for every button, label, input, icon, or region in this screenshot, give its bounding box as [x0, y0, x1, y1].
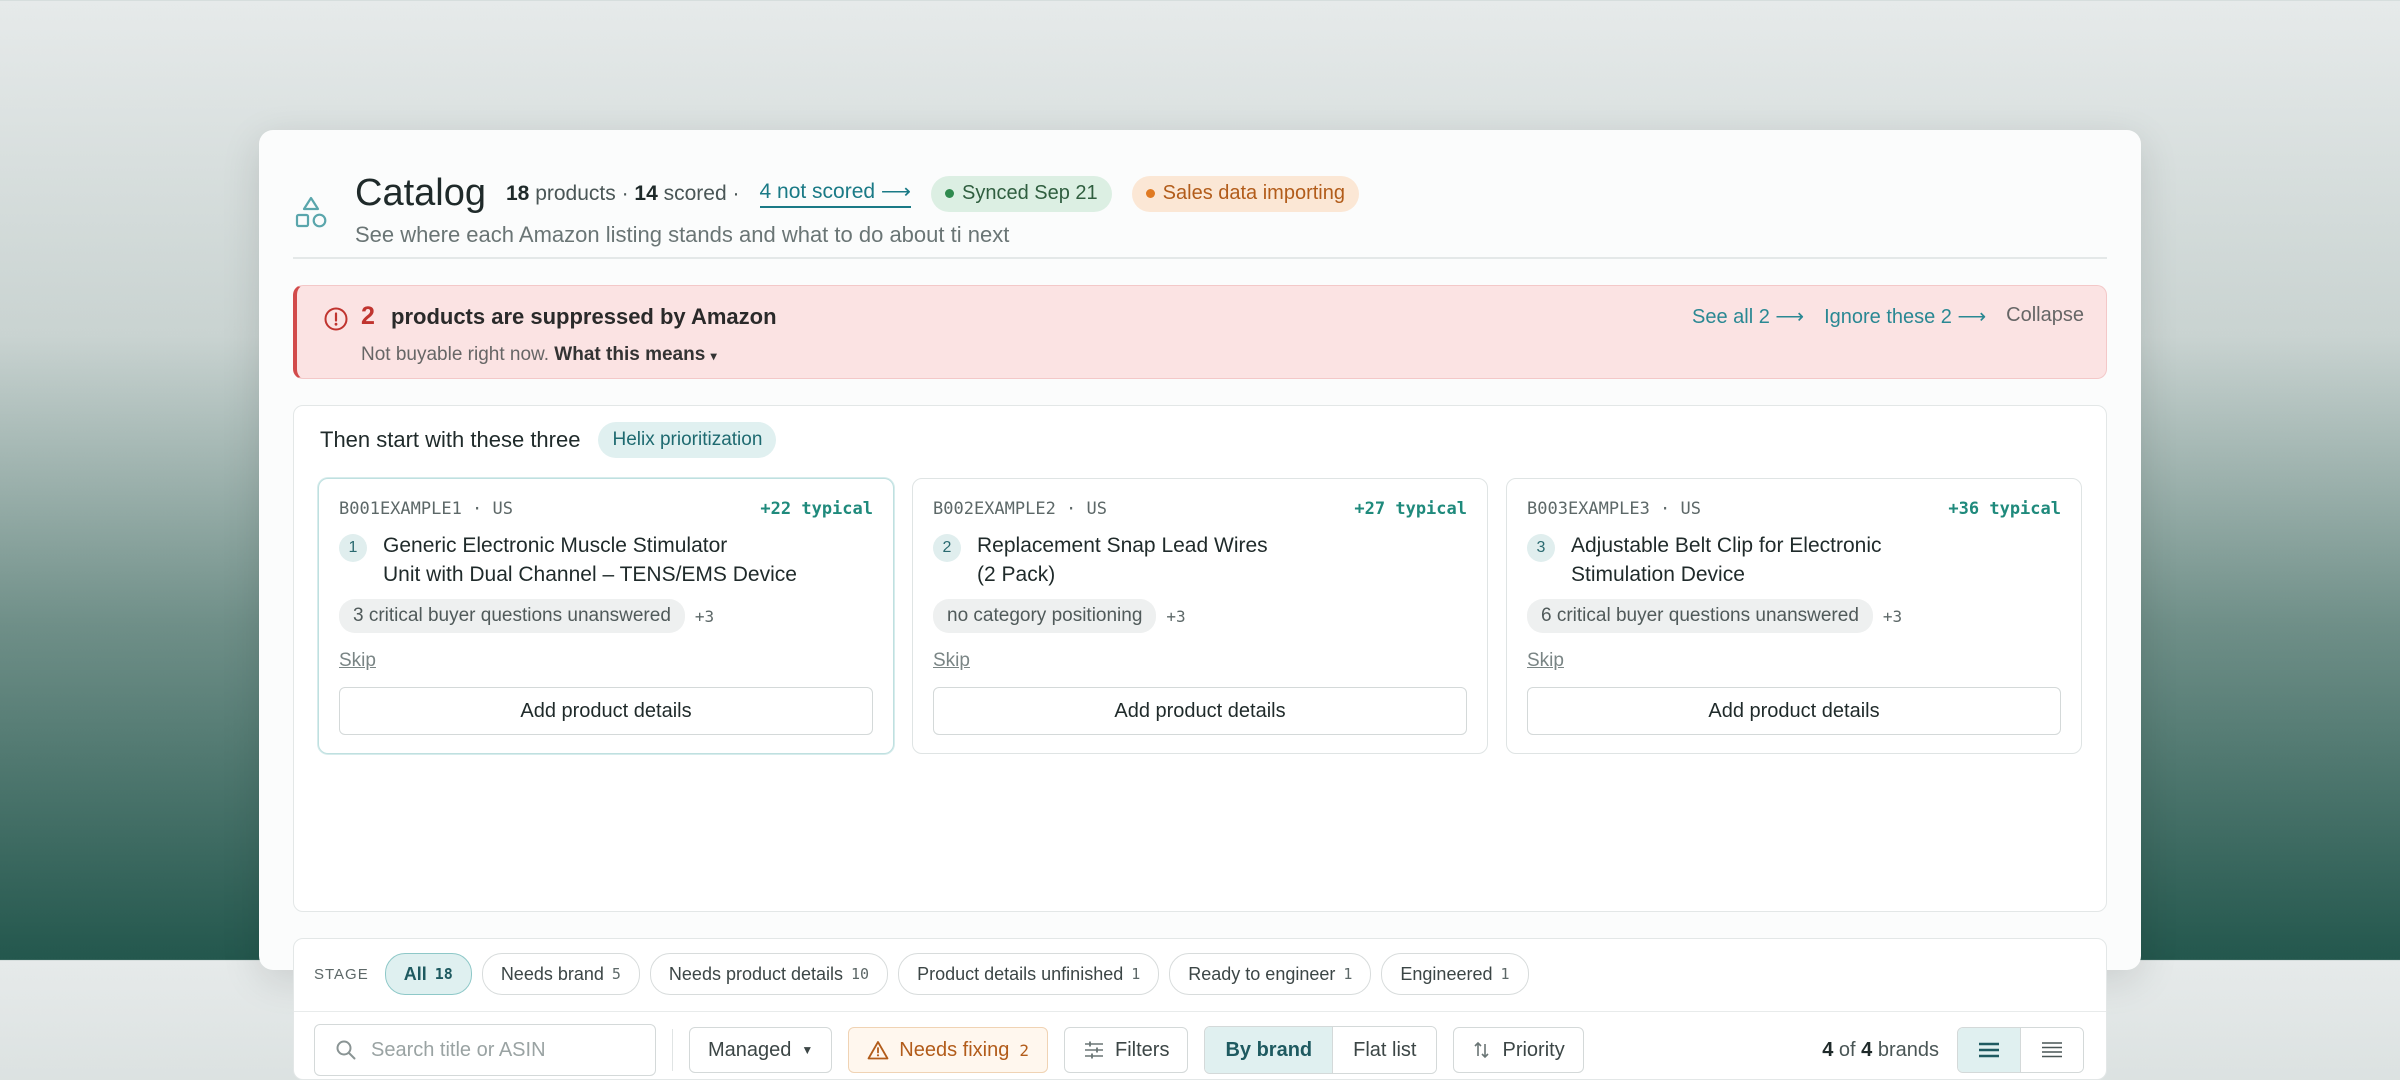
- warning-icon: [867, 1041, 889, 1060]
- page-title: Catalog: [355, 172, 486, 214]
- sort-icon: [1474, 1041, 1490, 1059]
- toolbar-separator: [672, 1029, 673, 1071]
- catalog-window: Catalog 18 products · 14 scored · 4 not …: [259, 130, 2141, 1080]
- search-box: [314, 1024, 656, 1076]
- priority-card: B001EXAMPLE1 · US +22 typical 1 Generic …: [318, 478, 894, 754]
- helix-badge: Helix prioritization: [598, 422, 777, 458]
- add-product-details-button[interactable]: Add product details: [933, 687, 1467, 735]
- priority-sort-button[interactable]: Priority: [1453, 1027, 1584, 1073]
- priority-cards: B001EXAMPLE1 · US +22 typical 1 Generic …: [318, 478, 2082, 754]
- stage-label: STAGE: [314, 965, 369, 983]
- priority-card: B003EXAMPLE3 · US +36 typical 3 Adjustab…: [1506, 478, 2082, 754]
- stage-chip-product-details-unfinished[interactable]: Product details unfinished 1: [898, 953, 1160, 995]
- alert-actions: See all 2 ⟶ Ignore these 2 ⟶ Collapse: [1692, 304, 2084, 329]
- skip-link[interactable]: Skip: [339, 650, 376, 672]
- skip-link[interactable]: Skip: [1527, 650, 1564, 672]
- panel-title: Then start with these three: [320, 427, 581, 452]
- caret-down-icon: ▼: [801, 1043, 814, 1057]
- status-dot-icon: [945, 189, 955, 198]
- needs-fixing-button[interactable]: Needs fixing 2: [848, 1027, 1048, 1073]
- brand-count: 4 of 4 brands: [1822, 1038, 1939, 1061]
- status-dot-icon: [1145, 189, 1155, 198]
- prioritization-panel: Then start with these three Helix priori…: [293, 405, 2107, 912]
- catalog-header: Catalog 18 products · 14 scored · 4 not …: [293, 150, 2107, 250]
- product-title: Replacement Snap Lead Wires (2 Pack): [977, 534, 1268, 586]
- catalog-counts: 18 products · 14 scored ·: [505, 181, 740, 205]
- suppressed-alert: 2 products are suppressed by Amazon Not …: [293, 285, 2107, 379]
- panel-head: Then start with these three Helix priori…: [320, 422, 777, 458]
- add-product-details-button[interactable]: Add product details: [1527, 687, 2061, 735]
- add-product-details-button[interactable]: Add product details: [339, 687, 873, 735]
- stage-chip-engineered[interactable]: Engineered 1: [1381, 953, 1529, 995]
- asin-label: B001EXAMPLE1 · US: [339, 499, 513, 519]
- typical-gain: +27 typical: [1354, 499, 1467, 519]
- ignore-link[interactable]: Ignore these 2 ⟶: [1824, 304, 1986, 329]
- alert-title: products are suppressed by Amazon: [391, 304, 777, 329]
- stage-chip-needs-brand[interactable]: Needs brand 5: [481, 953, 640, 995]
- typical-gain: +36 typical: [1948, 499, 2061, 519]
- by-brand-option[interactable]: By brand: [1205, 1027, 1333, 1073]
- sliders-icon: [1085, 1041, 1103, 1059]
- stage-chip-ready-to-engineer[interactable]: Ready to engineer 1: [1169, 953, 1372, 995]
- stage-divider: [294, 1011, 2106, 1012]
- see-all-link[interactable]: See all 2 ⟶: [1692, 304, 1804, 329]
- alert-subtext: Not buyable right now. What this means ▾: [361, 344, 717, 365]
- issue-tag: no category positioning: [933, 599, 1157, 633]
- shapes-icon: [295, 196, 327, 228]
- toolbar: Managed ▼ Needs fixing 2: [314, 1024, 2084, 1076]
- skip-link[interactable]: Skip: [933, 650, 970, 672]
- header-divider: [293, 257, 2107, 259]
- compact-view-button[interactable]: [2020, 1028, 2083, 1072]
- search-icon: [336, 1040, 356, 1060]
- list-icon: [1979, 1042, 1999, 1058]
- issue-tag: 6 critical buyer questions unanswered: [1527, 599, 1873, 633]
- more-issues-count[interactable]: +3: [1883, 607, 1902, 626]
- flat-list-option[interactable]: Flat list: [1332, 1027, 1437, 1073]
- stage-panel: STAGE All 18 Needs brand 5 Needs product d…: [293, 938, 2107, 1080]
- rank-badge: 1: [339, 534, 367, 562]
- search-input[interactable]: [369, 1037, 633, 1063]
- list-view-button[interactable]: [1958, 1028, 2020, 1072]
- issue-tag: 3 critical buyer questions unanswered: [339, 599, 685, 633]
- product-title: Adjustable Belt Clip for Electronic Stim…: [1571, 534, 1882, 586]
- synced-status-pill: Synced Sep 21: [931, 175, 1112, 212]
- suppressed-count: 2: [361, 302, 375, 330]
- importing-status-pill: Sales data importing: [1131, 175, 1359, 212]
- asin-label: B003EXAMPLE3 · US: [1527, 499, 1701, 519]
- more-issues-count[interactable]: +3: [695, 607, 714, 626]
- view-toggle: [1957, 1027, 2084, 1073]
- stage-chip-all[interactable]: All 18: [384, 953, 472, 995]
- typical-gain: +22 typical: [760, 499, 873, 519]
- priority-card: B002EXAMPLE2 · US +27 typical 2 Replacem…: [912, 478, 1488, 754]
- alert-circle-icon: [324, 307, 348, 331]
- rank-badge: 2: [933, 534, 961, 562]
- stage-filter-row: STAGE All 18 Needs brand 5 Needs product d…: [314, 953, 1529, 995]
- asin-label: B002EXAMPLE2 · US: [933, 499, 1107, 519]
- grouping-toggle: By brand Flat list: [1204, 1026, 1438, 1074]
- title-row: Catalog 18 products · 14 scored · 4 not …: [355, 172, 1359, 215]
- page-subtitle: See where each Amazon listing stands and…: [355, 222, 1010, 247]
- collapse-button[interactable]: Collapse: [2006, 304, 2084, 329]
- more-issues-count[interactable]: +3: [1166, 607, 1185, 626]
- product-title: Generic Electronic Muscle Stimulator Uni…: [383, 534, 797, 586]
- filters-button[interactable]: Filters: [1064, 1027, 1189, 1073]
- compact-list-icon: [2042, 1042, 2062, 1058]
- not-scored-link[interactable]: 4 not scored ⟶: [759, 179, 912, 208]
- stage-chip-needs-product-details[interactable]: Needs product details 10: [649, 953, 889, 995]
- managed-dropdown[interactable]: Managed ▼: [689, 1027, 833, 1073]
- what-this-means-toggle[interactable]: What this means ▾: [554, 344, 716, 365]
- rank-badge: 3: [1527, 534, 1555, 562]
